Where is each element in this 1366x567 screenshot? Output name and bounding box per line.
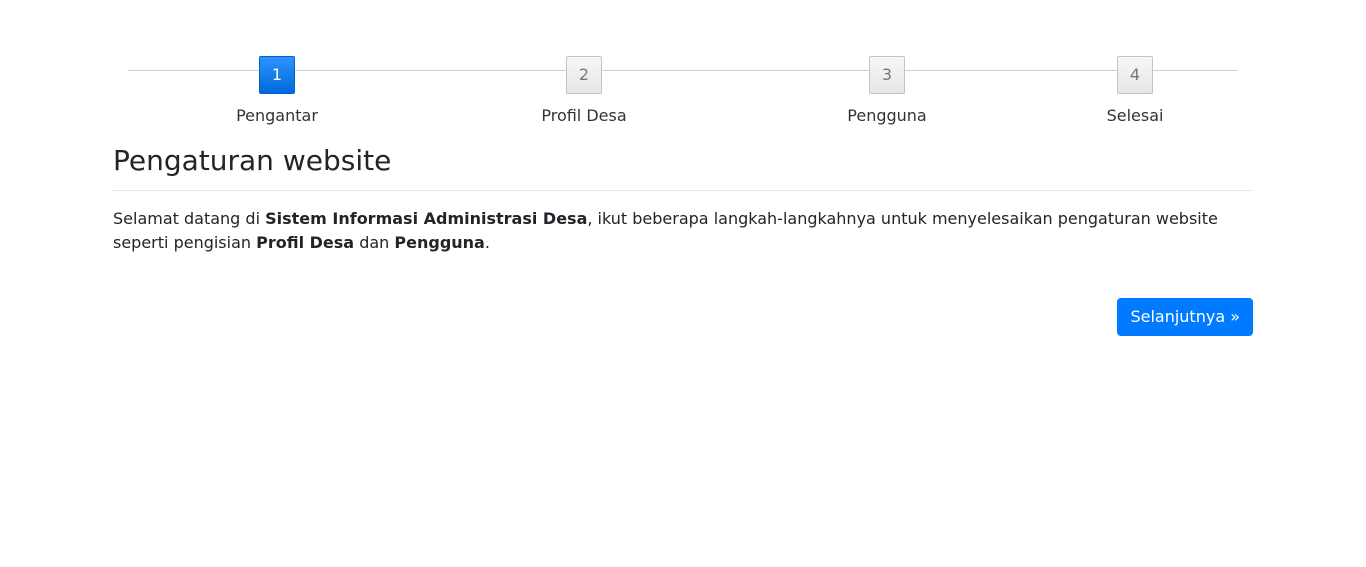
wizard-step-pengguna[interactable]: 3 Pengguna xyxy=(787,56,987,125)
step-label[interactable]: Profil Desa xyxy=(484,106,684,125)
step-label[interactable]: Pengguna xyxy=(787,106,987,125)
app-name: Sistem Informasi Administrasi Desa xyxy=(265,209,588,228)
step-number-box[interactable]: 4 xyxy=(1117,56,1153,94)
wizard-step-profil-desa[interactable]: 2 Profil Desa xyxy=(484,56,684,125)
wizard-step-selesai[interactable]: 4 Selesai xyxy=(1035,56,1235,125)
step-name-pengguna: Pengguna xyxy=(394,233,485,252)
title-divider xyxy=(113,190,1253,191)
intro-text: dan xyxy=(354,233,395,252)
step-number-box[interactable]: 1 xyxy=(259,56,295,94)
intro-text: Selamat datang di xyxy=(113,209,266,228)
step-label[interactable]: Pengantar xyxy=(177,106,377,125)
step-number-box[interactable]: 2 xyxy=(566,56,602,94)
page-title: Pengaturan website xyxy=(113,144,392,177)
intro-text: . xyxy=(484,233,490,252)
step-label[interactable]: Selesai xyxy=(1035,106,1235,125)
next-button[interactable]: Selanjutnya » xyxy=(1117,298,1253,336)
step-number-box[interactable]: 3 xyxy=(869,56,905,94)
step-name-profil-desa: Profil Desa xyxy=(256,233,355,252)
setup-wizard-steps: 1 Pengantar 2 Profil Desa 3 Pengguna 4 S… xyxy=(0,0,1366,140)
wizard-step-pengantar[interactable]: 1 Pengantar xyxy=(177,56,377,125)
intro-paragraph: Selamat datang di Sistem Informasi Admin… xyxy=(113,207,1253,255)
main-content: Pengaturan website Selamat datang di Sis… xyxy=(113,140,1253,336)
